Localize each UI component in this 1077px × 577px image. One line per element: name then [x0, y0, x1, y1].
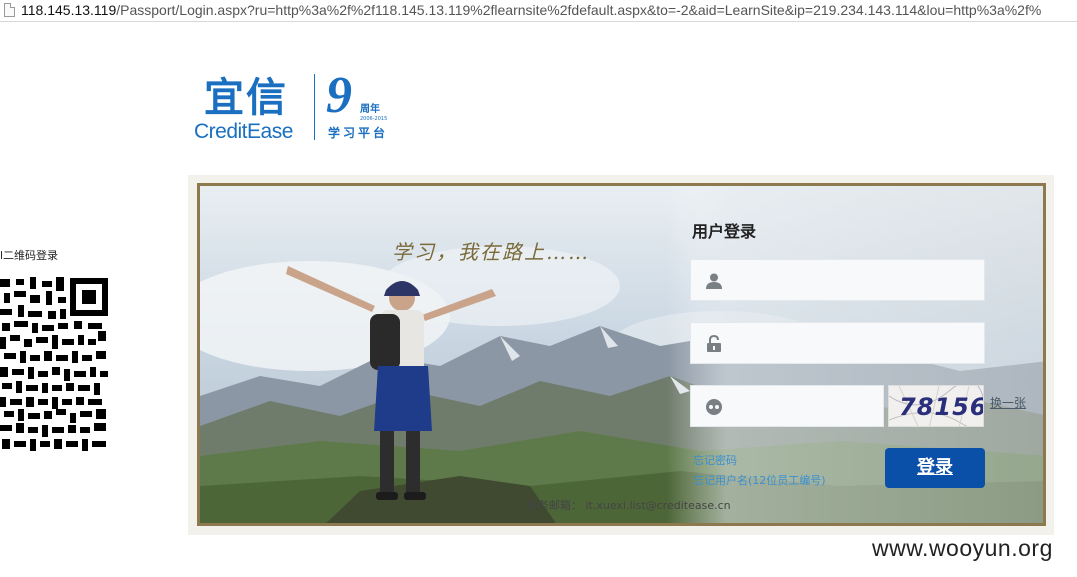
- captcha-field[interactable]: [690, 385, 884, 427]
- user-icon: [706, 273, 722, 289]
- lock-icon: [707, 335, 721, 352]
- captcha-text: 78156: [899, 393, 984, 421]
- login-title: 用户登录: [692, 222, 757, 241]
- service-email: 服务邮箱： it.xuexi.list@creditease.cn: [527, 499, 731, 512]
- wooyun-watermark: www.wooyun.org: [872, 535, 1053, 561]
- logo-platform: 学习平台: [328, 126, 389, 140]
- logo-english: CreditEase: [194, 120, 293, 143]
- creditease-logo: 宜信 CreditEase 9 周年 2006-2015 学习平台: [194, 68, 404, 146]
- qr-code-icon[interactable]: [0, 275, 110, 453]
- page-icon: [4, 3, 15, 17]
- logo-years: 2006-2015: [360, 116, 388, 122]
- captcha-icon: [706, 399, 722, 415]
- username-field[interactable]: [690, 259, 985, 301]
- forgot-username-link[interactable]: 忘记用户名(12位员工编号): [693, 472, 826, 488]
- logo-anniversary: 周年: [360, 104, 380, 115]
- banner-slogan: 学习，我在路上……: [392, 240, 590, 264]
- captcha-image[interactable]: 78156: [888, 385, 984, 427]
- logo-chinese: 宜信: [204, 75, 288, 121]
- address-bar[interactable]: 118.145.13.119/Passport/Login.aspx?ru=ht…: [0, 0, 1077, 22]
- url-path: /Passport/Login.aspx?ru=http%3a%2f%2f118…: [116, 2, 1042, 18]
- forgot-password-link[interactable]: 忘记密码: [693, 452, 737, 468]
- logo-nine: 9: [326, 67, 352, 124]
- login-button[interactable]: 登录: [885, 448, 985, 488]
- qr-login-title: l二维码登录: [0, 249, 59, 262]
- password-field[interactable]: [690, 322, 985, 364]
- refresh-captcha-link[interactable]: 换一张: [990, 394, 1026, 411]
- url-host: 118.145.13.119: [21, 2, 117, 18]
- captcha-input[interactable]: [735, 386, 875, 426]
- password-input[interactable]: [735, 323, 975, 363]
- username-input[interactable]: [735, 260, 975, 300]
- url-text[interactable]: 118.145.13.119/Passport/Login.aspx?ru=ht…: [21, 1, 1041, 19]
- logo-divider: [314, 74, 315, 140]
